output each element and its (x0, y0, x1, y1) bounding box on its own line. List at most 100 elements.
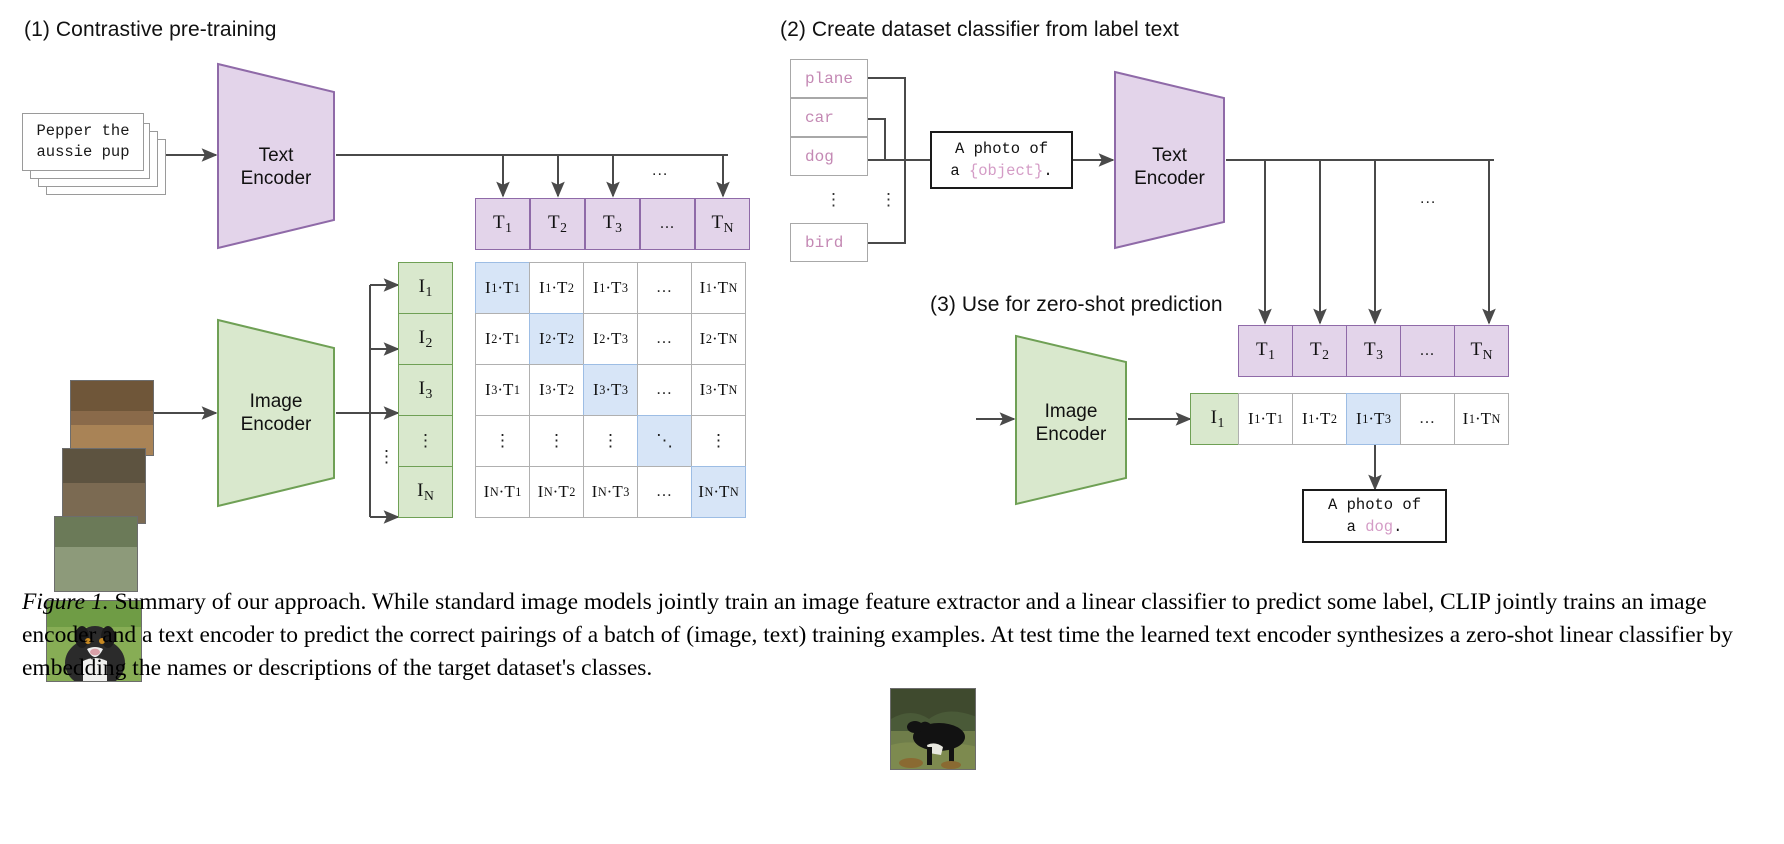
score-cell: … (1400, 393, 1455, 445)
text-encoder-p2-label-l1: Text (1152, 145, 1187, 166)
class-label-car[interactable]: car (790, 98, 868, 137)
text-input-card: Pepper the aussie pup (22, 113, 144, 171)
matrix-cell: I 3 ·T 1 (475, 364, 530, 416)
matrix-cell: I N ·T 2 (529, 466, 584, 518)
matrix-cell: I 1 ·T N (691, 262, 746, 314)
class-list-ellipsis-left: ⋮ (825, 190, 842, 209)
text-feature-row-p2: T1 T2 T3 ... TN (1238, 325, 1509, 377)
image-encoder-p1: Image Encoder (216, 318, 336, 508)
panel-title-3: (3) Use for zero-shot prediction (930, 293, 1223, 316)
similarity-matrix: I 1 ·T 1 I 1 ·T 2 I 1 ·T 3… I 1 ·T N I 2 ·T 1 I 2 ·T 2 I 2 ·T 3… I 2 ·… (475, 262, 746, 518)
image-bus-ellipsis-p1: ⋮ (378, 447, 395, 466)
image-feature-cell-p3: I1 (1190, 393, 1245, 445)
p2-t2-label: T2 (1310, 339, 1329, 362)
text-feature-cell: T2 (1292, 325, 1347, 377)
prediction-box: A photo of a dog. (1302, 489, 1447, 543)
image-encoder-p1-label: Image Encoder (216, 390, 336, 436)
text-feature-cell: T2 (530, 198, 585, 250)
matrix-row: I 2 ·T 1 I 2 ·T 2 I 2 ·T 3… I 2 ·T N (475, 313, 746, 365)
text-feature-cell: TN (695, 198, 750, 250)
image-stack-back-1 (54, 516, 138, 592)
matrix-cell: I N ·T 3 (583, 466, 638, 518)
matrix-row: I 1 ·T 1 I 1 ·T 2 I 1 ·T 3… I 1 ·T N (475, 262, 746, 314)
matrix-cell: ⋮ (691, 415, 746, 467)
text-encoder-p2-label-l2: Encoder (1134, 168, 1205, 189)
p2-tn-label: TN (1470, 339, 1493, 362)
score-cell-selected: I 1 ·T 3 (1346, 393, 1401, 445)
t2-label: T2 (548, 212, 567, 235)
prompt-line2-prefix: a (950, 162, 969, 180)
text-encoder-p1-label: Text Encoder (216, 144, 336, 190)
prompt-template-box: A photo of a {object}. (930, 131, 1073, 189)
prediction-line2-prefix: a (1346, 518, 1366, 536)
image-feature-col-p1: I1 I2 I3 ⋮ IN (398, 262, 453, 518)
image-encoder-p1-label-l1: Image (249, 391, 303, 412)
matrix-row: I N ·T 1 I N ·T 2 I N ·T 3… I N ·T N (475, 466, 746, 518)
matrix-cell: I 1 ·T 2 (529, 262, 584, 314)
text-feature-cell: TN (1454, 325, 1509, 377)
matrix-cell-diagonal: I N ·T N (691, 466, 746, 518)
figure-caption: Figure 1. Summary of our approach. While… (22, 586, 1764, 685)
text-input-line2: aussie pup (36, 143, 130, 161)
matrix-cell: … (637, 466, 692, 518)
text-feature-cell: T3 (1346, 325, 1401, 377)
in-label: IN (417, 480, 434, 503)
prediction-text: A photo of a dog. (1328, 494, 1421, 538)
p2-t1-label: T1 (1256, 339, 1275, 362)
figure-caption-text: Summary of our approach. While standard … (22, 589, 1733, 681)
panel-title-1: (1) Contrastive pre-training (24, 18, 277, 41)
text-feature-cell-ellipsis: ... (1400, 325, 1455, 377)
class-label-bird[interactable]: bird (790, 223, 868, 262)
matrix-cell: I 1 ·T 3 (583, 262, 638, 314)
matrix-row: I 3 ·T 1 I 3 ·T 2 I 3 ·T 3… I 3 ·T N (475, 364, 746, 416)
text-feature-cell: T1 (1238, 325, 1293, 377)
class-label-plane[interactable]: plane (790, 59, 868, 98)
matrix-cell: ⋮ (583, 415, 638, 467)
text-encoder-p2-label: Text Encoder (1113, 144, 1226, 190)
tn-label: TN (711, 212, 734, 235)
text-input-line1: Pepper the (36, 122, 130, 140)
text-feature-cell: T1 (475, 198, 530, 250)
image-encoder-p3-label: Image Encoder (1014, 400, 1128, 446)
i3-label: I3 (418, 378, 433, 401)
matrix-cell-diagonal: I 2 ·T 2 (529, 313, 584, 365)
t1-label: T1 (493, 212, 512, 235)
matrix-cell: I 2 ·T 3 (583, 313, 638, 365)
test-image-photo (890, 688, 976, 770)
score-row: I 1 ·T 1 I 1 ·T 2 I 1 ·T 3… I 1 ·T N (1238, 393, 1509, 445)
image-feature-cell: I3 (398, 364, 453, 416)
class-label-dog[interactable]: dog (790, 137, 868, 176)
score-cell: I 1 ·T N (1454, 393, 1509, 445)
matrix-cell: ⋮ (529, 415, 584, 467)
matrix-cell: I 3 ·T 2 (529, 364, 584, 416)
image-encoder-p1-label-l2: Encoder (240, 414, 312, 435)
image-stack-back-2 (62, 448, 146, 524)
prompt-line1: A photo of (954, 140, 1048, 158)
image-encoder-p3-label-l2: Encoder (1035, 424, 1107, 445)
matrix-cell-diagonal: I 3 ·T 3 (583, 364, 638, 416)
image-feature-cell: I2 (398, 313, 453, 365)
matrix-cell: I 2 ·T 1 (475, 313, 530, 365)
prompt-line2-suffix: . (1043, 162, 1053, 180)
text-input-card-text: Pepper the aussie pup (36, 121, 129, 163)
score-cell: I 1 ·T 2 (1292, 393, 1347, 445)
panel-title-2: (2) Create dataset classifier from label… (780, 18, 1179, 41)
text-encoder-p1-label-l2: Encoder (240, 168, 312, 189)
image-encoder-p3-label-l1: Image (1044, 401, 1098, 422)
class-list-ellipsis-right: ⋮ (880, 190, 897, 209)
image-feature-cell-ellipsis: ⋮ (398, 415, 453, 467)
p2-t3-label: T3 (1364, 339, 1383, 362)
figure-caption-label: Figure 1. (22, 589, 109, 615)
text-feature-row-p1: T1 T2 T3 ... TN (475, 198, 750, 250)
image-feature-cell: IN (398, 466, 453, 518)
prediction-class-token: dog (1365, 518, 1394, 536)
matrix-cell-diagonal: I 1 ·T 1 (475, 262, 530, 314)
i1-label: I1 (418, 276, 433, 299)
text-feature-cell-ellipsis: ... (640, 198, 695, 250)
text-encoder-p2: Text Encoder (1113, 70, 1226, 250)
matrix-cell: … (637, 262, 692, 314)
prompt-object-token: {object} (968, 162, 1044, 180)
matrix-cell-diagonal: ⋱ (637, 415, 692, 467)
image-encoder-p3: Image Encoder (1014, 334, 1128, 506)
prompt-template-text: A photo of a {object}. (950, 138, 1052, 182)
